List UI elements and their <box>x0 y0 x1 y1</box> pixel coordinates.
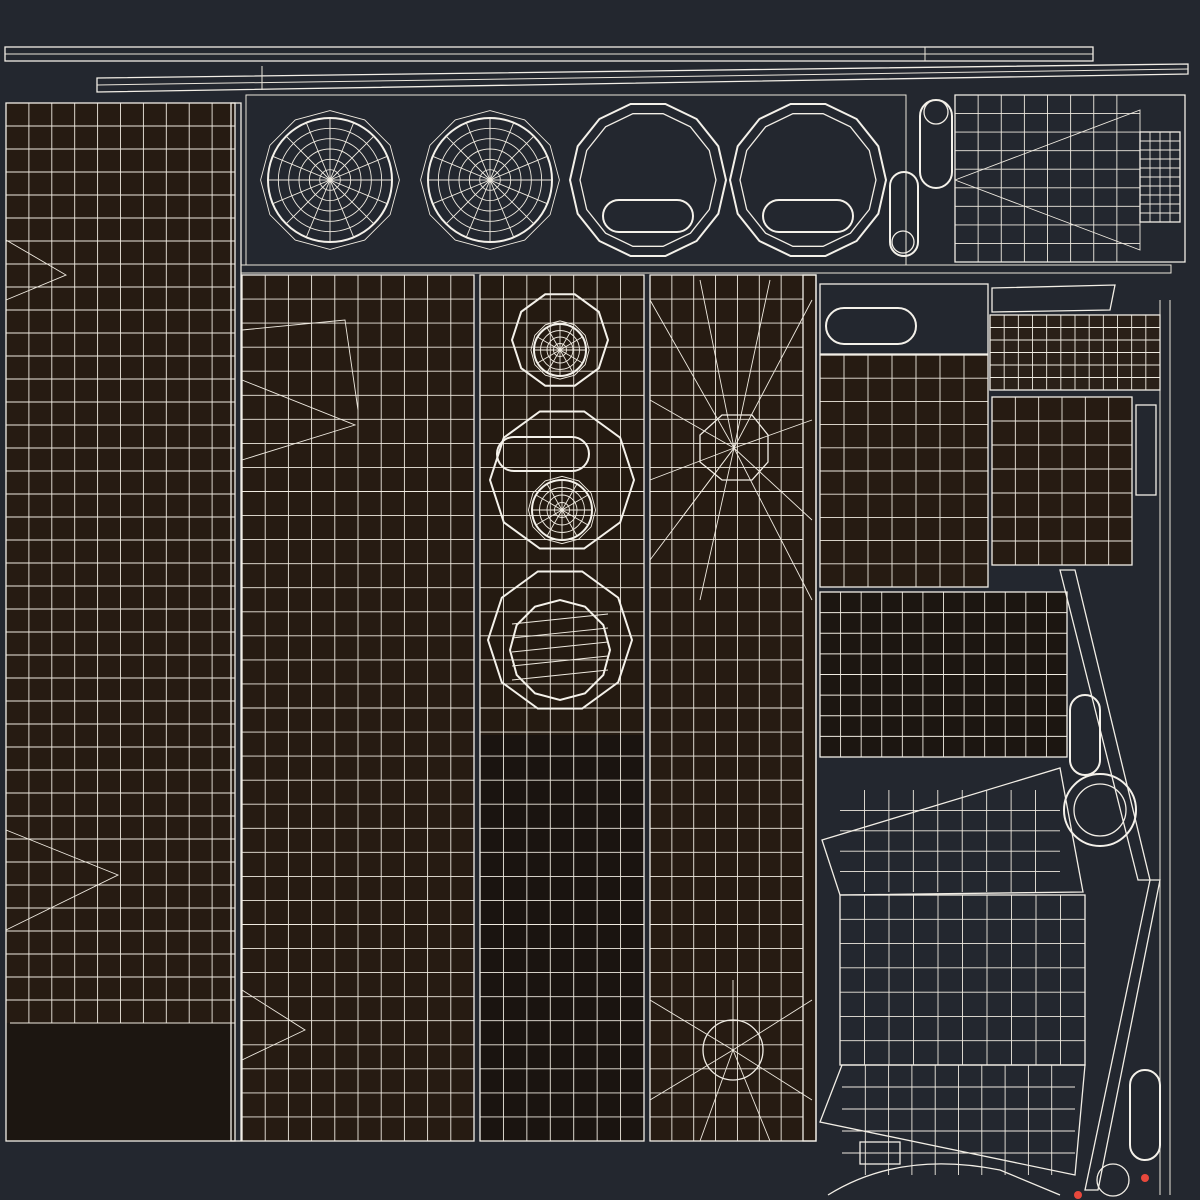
second-column-panel <box>241 274 475 1142</box>
wire-grid <box>6 103 235 1023</box>
panel-fill-dark <box>6 1023 235 1141</box>
highlight-dot <box>1074 1191 1082 1199</box>
uv-wireframe-canvas <box>0 0 1200 1200</box>
left-tall-panel <box>5 102 242 1142</box>
fourth-column-panel <box>649 274 817 1142</box>
third-column-panel <box>479 274 645 1142</box>
highlight-dot <box>1141 1174 1149 1182</box>
